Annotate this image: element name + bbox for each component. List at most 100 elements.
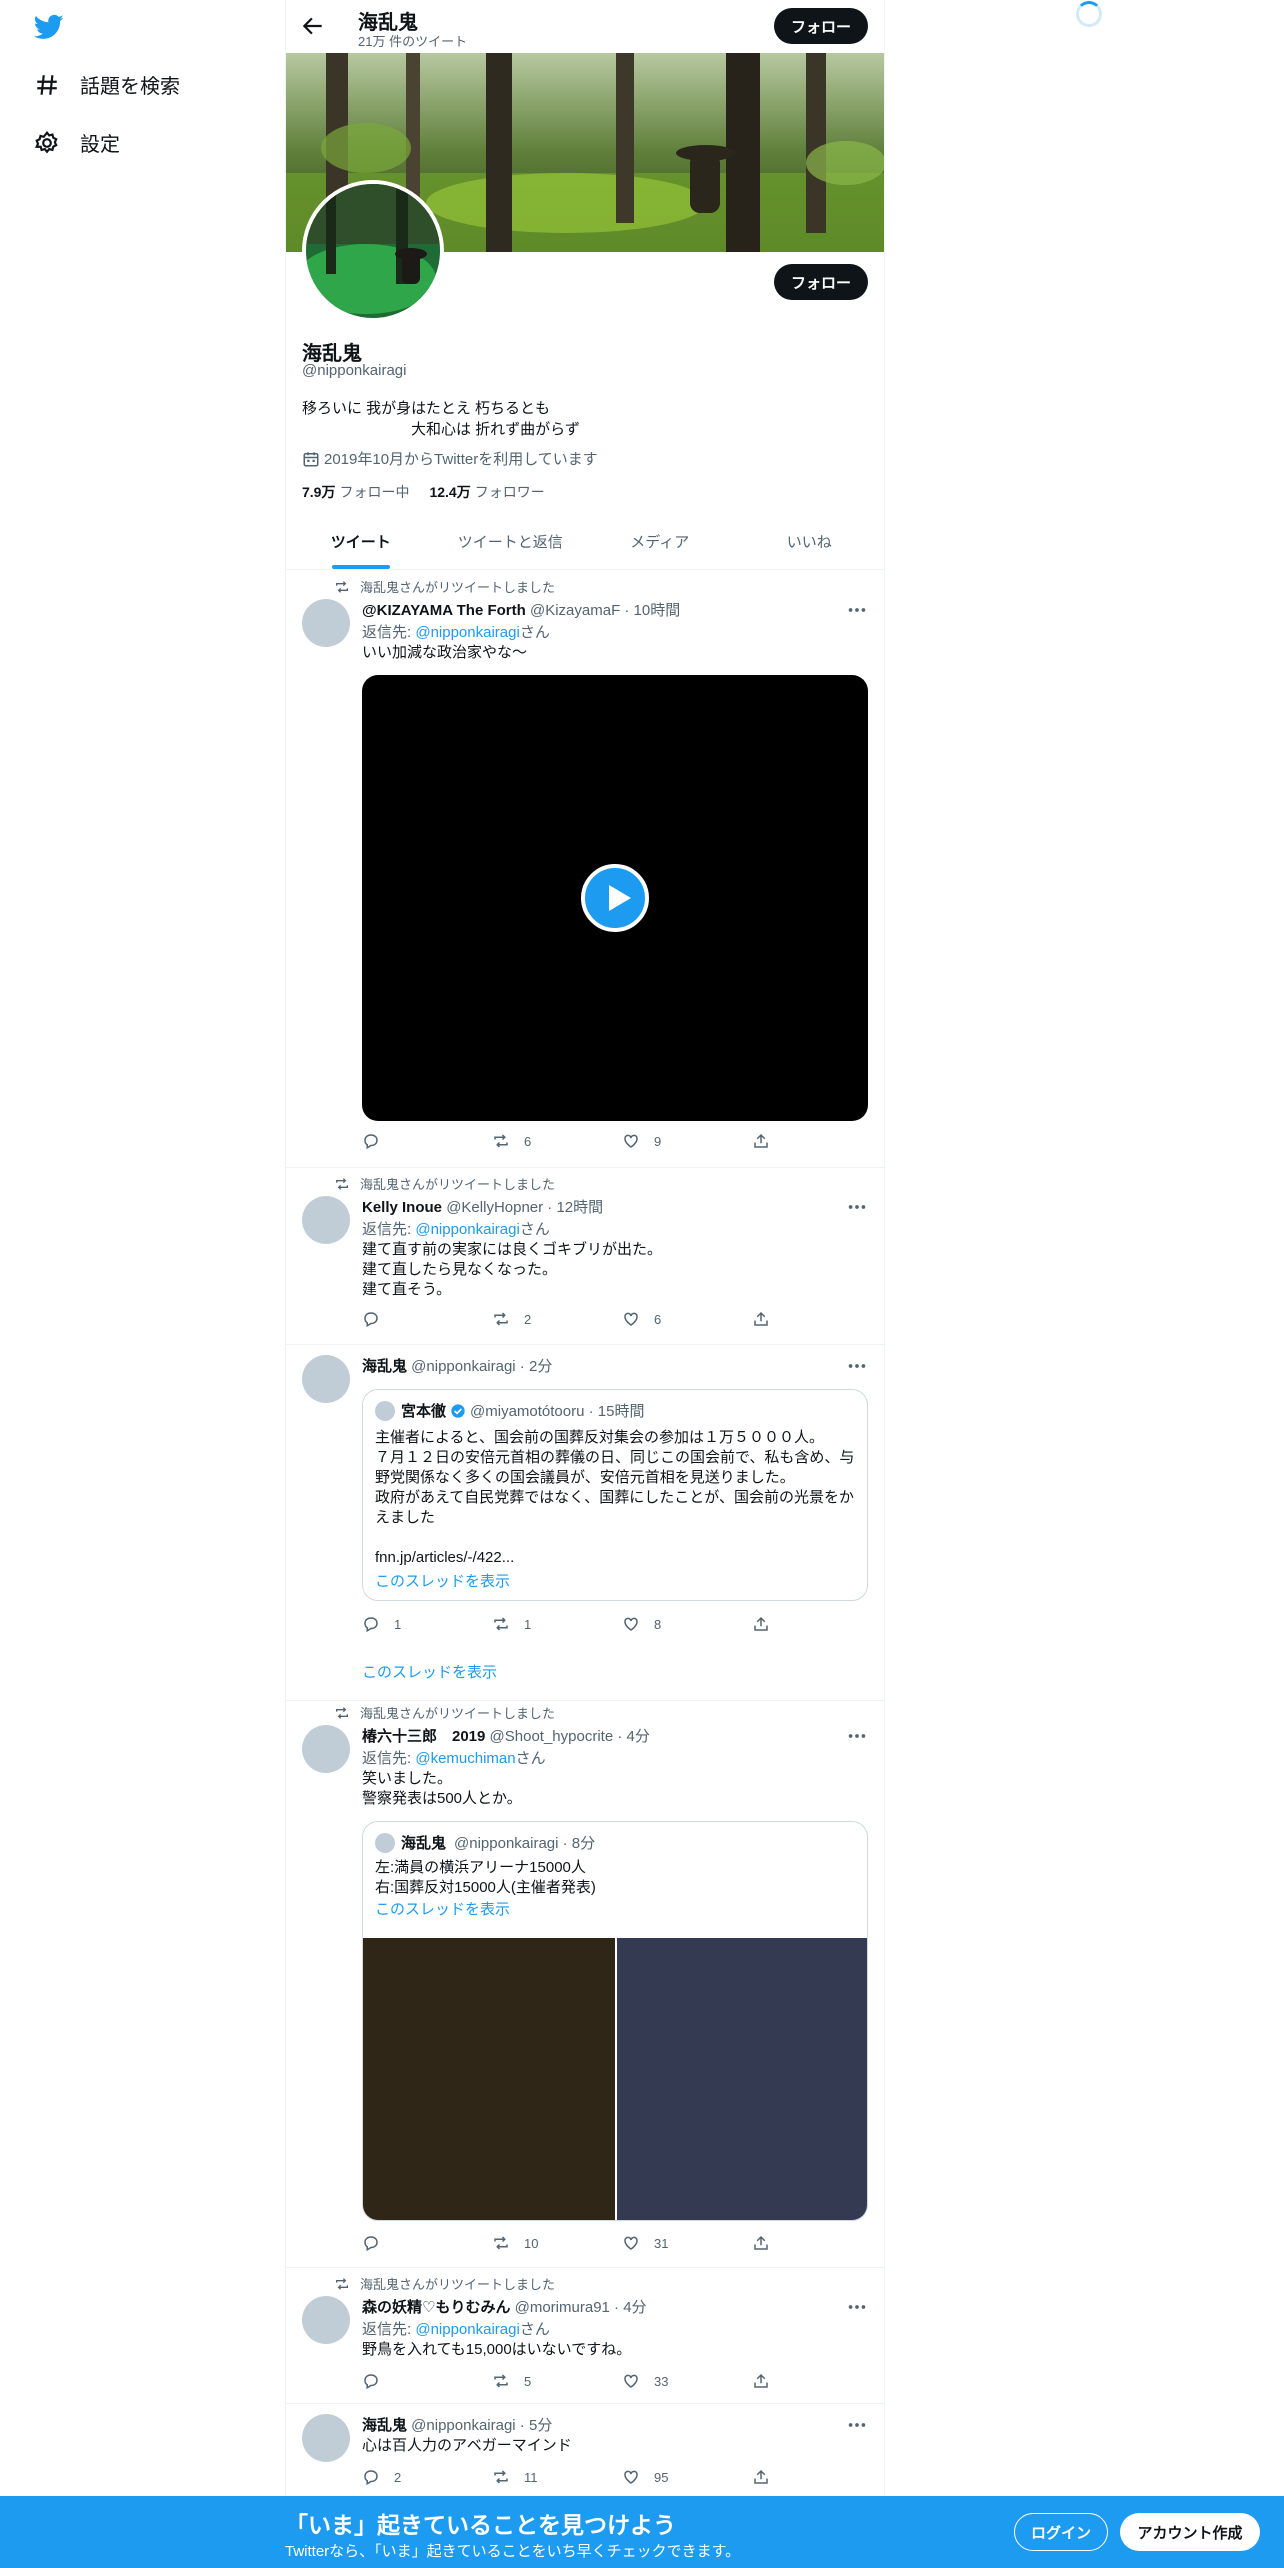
reply-action[interactable] bbox=[362, 2372, 492, 2390]
back-arrow-icon[interactable] bbox=[300, 13, 326, 39]
quoted-text-line: 政府があえて自民党葬ではなく、国葬にしたことが、国会前の光景をか bbox=[375, 1489, 854, 1506]
share-icon bbox=[754, 1311, 768, 1326]
reply-handle-link[interactable]: @nipponkairagi bbox=[415, 624, 519, 641]
tweet-author-name[interactable]: 森の妖精♡もりむみん bbox=[362, 2299, 510, 2316]
more-icon[interactable] bbox=[846, 2414, 868, 2436]
quoted-image-right[interactable] bbox=[617, 1938, 867, 2220]
show-thread-link[interactable]: このスレッドを表示 bbox=[362, 1661, 497, 1682]
retweet-action[interactable]: 10 bbox=[492, 2234, 622, 2252]
avatar[interactable] bbox=[302, 2296, 350, 2344]
like-action[interactable]: 6 bbox=[622, 1310, 752, 1328]
header-tweet-count: 21万 件のツイート bbox=[358, 34, 468, 49]
tweet-text: 笑いました。 警察発表は500人とか。 bbox=[362, 1769, 522, 1809]
followers-stat[interactable]: 12.4万 フォロワー bbox=[429, 482, 544, 502]
tweet[interactable]: 海乱鬼 @nipponkairagi · 2分 宮本徹 @miyamotótoo… bbox=[286, 1345, 884, 1701]
quoted-show-thread-link[interactable]: このスレッドを表示 bbox=[375, 1570, 510, 1591]
more-icon[interactable] bbox=[846, 1196, 868, 1218]
quoted-image-left[interactable] bbox=[363, 1938, 615, 2220]
tweet[interactable]: 海乱鬼さんがリツイートしました Kelly Inoue @KellyHopner… bbox=[286, 1168, 884, 1345]
tweet-author-name[interactable]: Kelly Inoue bbox=[362, 1199, 442, 1216]
tab-likes[interactable]: いいね bbox=[735, 514, 885, 569]
share-action[interactable] bbox=[752, 1615, 792, 1633]
share-action[interactable] bbox=[752, 2234, 792, 2252]
share-action[interactable] bbox=[752, 1132, 792, 1150]
reply-action[interactable] bbox=[362, 2234, 492, 2252]
twitter-logo-icon[interactable] bbox=[34, 12, 64, 42]
profile-follow-button[interactable]: フォロー bbox=[774, 264, 868, 300]
retweet-action[interactable]: 2 bbox=[492, 1310, 622, 1328]
retweet-action[interactable]: 5 bbox=[492, 2372, 622, 2390]
tweet-actions: 1 1 8 bbox=[362, 1615, 792, 1633]
like-action[interactable]: 8 bbox=[622, 1615, 752, 1633]
retweet-count: 5 bbox=[524, 2373, 532, 2389]
share-action[interactable] bbox=[752, 1310, 792, 1328]
reply-context: 返信先: @nipponkairagiさん bbox=[362, 1218, 550, 1239]
signup-prompt-subtitle: Twitterなら、「いま」起きていることをいち早くチェックできます。 bbox=[285, 2543, 741, 2560]
reply-handle-link[interactable]: @kemuchiman bbox=[415, 1750, 515, 1767]
avatar[interactable] bbox=[302, 599, 350, 647]
share-action[interactable] bbox=[752, 2372, 792, 2390]
play-button[interactable] bbox=[581, 864, 649, 932]
reply-action[interactable] bbox=[362, 1132, 492, 1150]
tweet-author-name[interactable]: @KIZAYAMA The Forth bbox=[362, 602, 526, 619]
signup-button[interactable]: アカウント作成 bbox=[1120, 2513, 1260, 2551]
avatar[interactable] bbox=[302, 1196, 350, 1244]
quoted-show-thread-link[interactable]: このスレッドを表示 bbox=[375, 1898, 510, 1919]
video-player[interactable] bbox=[362, 675, 868, 1121]
tweet-meta: @KellyHopner · 12時間 bbox=[442, 1199, 604, 1216]
tweet-author-name[interactable]: 海乱鬼 bbox=[362, 2417, 407, 2434]
retweet-indicator-text: 海乱鬼さんがリツイートしました bbox=[360, 1177, 556, 1192]
avatar[interactable] bbox=[302, 1725, 350, 1773]
tweet-author-name[interactable]: 椿六十三郎 2019 bbox=[362, 1728, 485, 1745]
avatar[interactable] bbox=[302, 2414, 350, 2462]
more-icon[interactable] bbox=[846, 2296, 868, 2318]
reply-action[interactable] bbox=[362, 1310, 492, 1328]
like-action[interactable]: 9 bbox=[622, 1132, 752, 1150]
tweet[interactable]: 海乱鬼さんがリツイートしました @KIZAYAMA The Forth @Kiz… bbox=[286, 571, 884, 1168]
retweet-indicator-text: 海乱鬼さんがリツイートしました bbox=[360, 2277, 556, 2292]
following-stat[interactable]: 7.9万 フォロー中 bbox=[302, 482, 409, 502]
tweet[interactable]: 海乱鬼 @nipponkairagi · 5分 心は百人力のアベガーマインド 2… bbox=[286, 2404, 884, 2504]
profile-avatar[interactable] bbox=[302, 180, 444, 322]
tweet-text: 心は百人力のアベガーマインド bbox=[362, 2437, 572, 2454]
tweet-author-name[interactable]: 海乱鬼 bbox=[362, 1358, 407, 1375]
quoted-tweet[interactable]: 宮本徹 @miyamotótooru · 15時間 主催者によると、国会前の国葬… bbox=[362, 1389, 868, 1601]
tweet-text: 野鳥を入れても15,000はいないですね。 bbox=[362, 2341, 632, 2358]
tweet[interactable]: 海乱鬼さんがリツイートしました 森の妖精♡もりむみん @morimura91 ·… bbox=[286, 2268, 884, 2404]
share-action[interactable] bbox=[752, 2468, 792, 2486]
reply-action[interactable]: 2 bbox=[362, 2468, 492, 2486]
like-action[interactable]: 95 bbox=[622, 2468, 752, 2486]
nav-settings[interactable]: 設定 bbox=[34, 128, 120, 157]
retweet-icon bbox=[494, 1134, 508, 1148]
retweet-icon bbox=[336, 1706, 348, 1719]
retweet-action[interactable]: 1 bbox=[492, 1615, 622, 1633]
retweet-action[interactable]: 6 bbox=[492, 1132, 622, 1150]
retweet-action[interactable]: 11 bbox=[492, 2468, 622, 2486]
header-follow-button[interactable]: フォロー bbox=[774, 8, 868, 44]
heart-icon bbox=[624, 1312, 638, 1326]
login-button[interactable]: ログイン bbox=[1014, 2513, 1108, 2551]
tweet-meta: @Shoot_hypocrite · 4分 bbox=[485, 1728, 650, 1745]
tweet[interactable]: 海乱鬼さんがリツイートしました 椿六十三郎 2019 @Shoot_hypocr… bbox=[286, 1701, 884, 2268]
tab-tweets-and-replies[interactable]: ツイートと返信 bbox=[436, 514, 586, 569]
tab-media[interactable]: メディア bbox=[585, 514, 735, 569]
like-action[interactable]: 33 bbox=[622, 2372, 752, 2390]
profile-column: 海乱鬼 21万 件のツイート フォロー フォロー 海乱鬼 @nipponkair… bbox=[285, 0, 885, 2568]
profile-stats: 7.9万 フォロー中 12.4万 フォロワー bbox=[302, 482, 565, 502]
like-action[interactable]: 31 bbox=[622, 2234, 752, 2252]
avatar[interactable] bbox=[302, 1355, 350, 1403]
reply-handle-link[interactable]: @nipponkairagi bbox=[415, 2321, 519, 2338]
reply-action[interactable]: 1 bbox=[362, 1615, 492, 1633]
heart-icon bbox=[624, 2374, 638, 2388]
retweet-indicator: 海乱鬼さんがリツイートしました bbox=[334, 1174, 555, 1193]
tweet-header: Kelly Inoue @KellyHopner · 12時間 bbox=[362, 1196, 603, 1217]
more-icon[interactable] bbox=[846, 599, 868, 621]
more-icon[interactable] bbox=[846, 1355, 868, 1377]
nav-explore[interactable]: 話題を検索 bbox=[34, 70, 180, 99]
tab-tweets[interactable]: ツイート bbox=[286, 514, 436, 569]
more-icon[interactable] bbox=[846, 1725, 868, 1747]
reply-handle-link[interactable]: @nipponkairagi bbox=[415, 1221, 519, 1238]
quoted-tweet[interactable]: 海乱鬼 @nipponkairagi · 8分 左:満員の横浜アリーナ15000… bbox=[362, 1821, 868, 2221]
nav-settings-label: 設定 bbox=[80, 134, 120, 156]
reply-context: 返信先: @nipponkairagiさん bbox=[362, 2318, 550, 2339]
